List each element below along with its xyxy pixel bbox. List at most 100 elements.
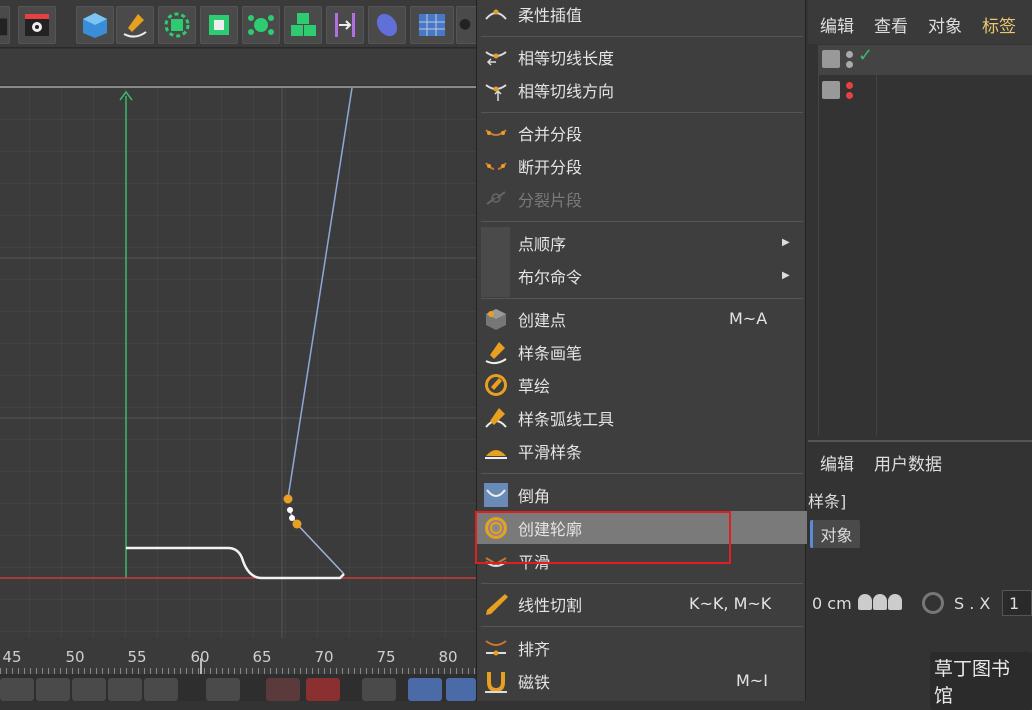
tab-object[interactable]: 对象 xyxy=(810,520,860,548)
tick-label: 80 xyxy=(438,648,458,666)
menu-item-soft-interpolation[interactable]: 柔性插值 xyxy=(477,0,807,30)
tick-label: 50 xyxy=(65,648,85,666)
deformer-button[interactable] xyxy=(200,6,238,44)
menu-item-label: 创建点 xyxy=(518,310,567,330)
menu-separator xyxy=(481,473,803,474)
knife-icon xyxy=(481,589,510,618)
menu-item-label: 合并分段 xyxy=(518,124,583,144)
menu-item-sketch[interactable]: 草绘 xyxy=(477,368,807,401)
menu-item-spline-arc-tool[interactable]: 样条弧线工具 xyxy=(477,401,807,434)
timeline-ruler[interactable]: 45 50 55 60 65 70 75 80 xyxy=(0,638,476,674)
go-to-end-button[interactable] xyxy=(144,678,178,701)
object-row[interactable]: ✓ xyxy=(818,45,1032,75)
create-point-icon xyxy=(481,304,510,333)
floor-icon xyxy=(419,14,445,36)
tick-label: 70 xyxy=(314,648,334,666)
scale-key-button[interactable] xyxy=(446,678,476,701)
spline-pen-icon xyxy=(481,337,510,366)
layer-icon xyxy=(822,50,840,68)
light-button[interactable] xyxy=(368,6,406,44)
next-frame-button[interactable] xyxy=(108,678,142,701)
render-dot-icon[interactable] xyxy=(846,92,853,99)
om-menu-tags[interactable]: 标签 xyxy=(982,12,1016,37)
camera-button[interactable] xyxy=(456,6,478,44)
am-menu-user-data[interactable]: 用户数据 xyxy=(874,450,942,475)
spline-context-menu: 柔性插值 相等切线长度 相等切线方向 合并分段 断开分段 分裂片段 点顺序 ▶ … xyxy=(476,0,807,701)
loop-button[interactable] xyxy=(206,678,240,701)
viewport[interactable] xyxy=(0,86,476,638)
menu-item-label: 样条弧线工具 xyxy=(518,409,615,429)
menu-separator xyxy=(481,36,803,37)
menu-item-line-cut[interactable]: 线性切割 K~K, M~K xyxy=(477,587,807,620)
visibility-dot-icon[interactable] xyxy=(846,51,853,58)
annotation-highlight-box xyxy=(475,511,731,564)
menu-item-spline-pen[interactable]: 样条画笔 xyxy=(477,335,807,368)
submenu-arrow-icon: ▶ xyxy=(782,237,790,248)
menu-item-magnet[interactable]: 磁铁 M~I xyxy=(477,664,807,697)
mograph-button[interactable] xyxy=(242,6,280,44)
menu-item-label: 断开分段 xyxy=(518,157,583,177)
menu-item-merge-segment[interactable]: 合并分段 xyxy=(477,116,807,149)
menu-item-label: 相等切线长度 xyxy=(518,48,615,68)
field-button[interactable] xyxy=(326,6,364,44)
clapper-icon xyxy=(0,18,8,36)
menu-separator xyxy=(481,221,803,222)
menu-item-label: 相等切线方向 xyxy=(518,81,615,101)
spline-point[interactable] xyxy=(283,494,293,504)
go-to-start-button[interactable] xyxy=(0,678,34,701)
menu-item-label: 布尔命令 xyxy=(518,267,583,287)
menu-item-create-point[interactable]: 创建点 M~A xyxy=(477,302,807,335)
om-menu-edit[interactable]: 编辑 xyxy=(820,12,854,37)
render-dot-icon[interactable] xyxy=(846,61,853,68)
menu-item-break-segment[interactable]: 断开分段 xyxy=(477,149,807,182)
spline-point[interactable] xyxy=(287,507,293,513)
camera-icon xyxy=(459,19,471,30)
equal-tangent-direction-icon xyxy=(481,75,510,104)
playhead[interactable] xyxy=(200,658,202,674)
arrange-icon xyxy=(481,633,510,662)
record-button[interactable] xyxy=(266,678,300,701)
render-settings-button[interactable] xyxy=(18,6,56,44)
menu-item-arrange[interactable]: 排齐 xyxy=(477,631,807,664)
om-menu-object[interactable]: 对象 xyxy=(928,12,962,37)
keyframe-circle-icon[interactable] xyxy=(922,592,944,614)
keyframe-button[interactable] xyxy=(362,678,396,701)
explode-segments-icon xyxy=(481,184,510,213)
move-key-button[interactable] xyxy=(408,678,442,701)
previous-frame-button[interactable] xyxy=(36,678,70,701)
position-value[interactable]: 0 cm xyxy=(812,594,852,613)
submenu-arrow-icon: ▶ xyxy=(782,270,790,281)
object-manager-menubar: 编辑 查看 对象 标签 xyxy=(808,0,1032,44)
autokey-button[interactable] xyxy=(306,678,340,701)
menu-item-equal-tangent-length[interactable]: 相等切线长度 xyxy=(477,40,807,73)
array-button[interactable] xyxy=(284,6,322,44)
cube-icon xyxy=(83,13,107,38)
play-button[interactable] xyxy=(72,678,106,701)
menu-item-spline-smooth[interactable]: 平滑样条 xyxy=(477,434,807,467)
object-row[interactable] xyxy=(818,76,1032,106)
spline-point[interactable] xyxy=(292,519,302,529)
menu-item-chamfer[interactable]: 倒角 xyxy=(477,478,807,511)
clapper-icon-button[interactable] xyxy=(0,6,10,44)
visibility-dot-icon[interactable] xyxy=(846,82,853,89)
enabled-check-icon[interactable]: ✓ xyxy=(858,45,873,66)
spline-point[interactable] xyxy=(289,515,295,521)
menu-item-point-order[interactable]: 点顺序 ▶ xyxy=(477,226,807,259)
main-toolbar xyxy=(0,0,478,48)
spline-pen-button[interactable] xyxy=(116,6,154,44)
menu-item-boolean-commands[interactable]: 布尔命令 ▶ xyxy=(477,259,807,292)
floor-button[interactable] xyxy=(410,6,454,44)
cube-button[interactable] xyxy=(76,6,114,44)
object-type-label: 样条] xyxy=(808,492,847,511)
generator-button[interactable] xyxy=(158,6,196,44)
menu-item-equal-tangent-direction[interactable]: 相等切线方向 xyxy=(477,73,807,106)
generator-icon xyxy=(164,12,190,38)
slider-icon[interactable] xyxy=(858,594,914,612)
menu-item-shortcut: M~A xyxy=(729,309,768,328)
chamfer-icon xyxy=(481,480,510,509)
menu-separator xyxy=(481,626,803,627)
menu-item-label: 草绘 xyxy=(518,376,551,396)
am-menu-edit[interactable]: 编辑 xyxy=(820,450,854,475)
om-menu-view[interactable]: 查看 xyxy=(874,12,908,37)
scale-x-input[interactable]: 1 xyxy=(1002,590,1032,616)
